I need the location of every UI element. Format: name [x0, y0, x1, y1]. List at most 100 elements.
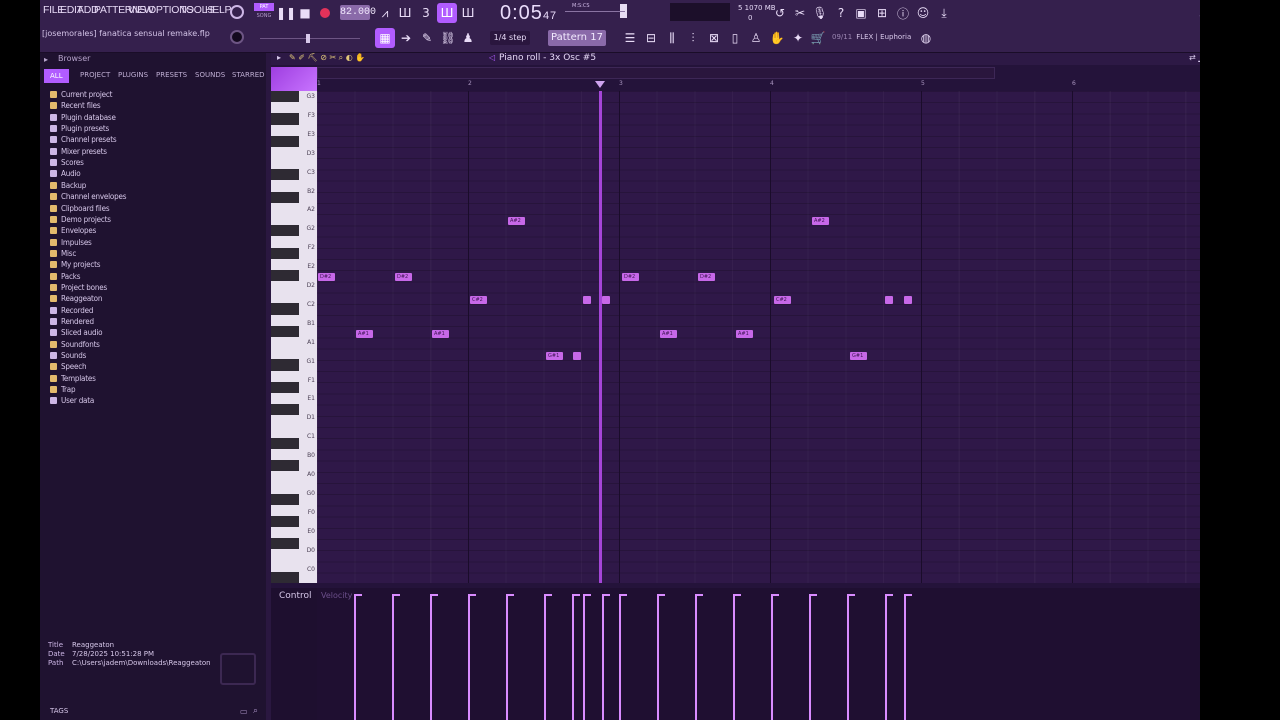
note[interactable]	[602, 296, 610, 304]
note[interactable]	[904, 296, 912, 304]
black-key[interactable]	[271, 538, 299, 550]
piano-roll-icon[interactable]: ▦	[375, 28, 395, 48]
wait-input-icon[interactable]: Ш	[395, 3, 415, 23]
black-key[interactable]	[271, 191, 299, 203]
black-key[interactable]	[271, 91, 299, 103]
black-key[interactable]	[271, 515, 299, 528]
velocity-bar[interactable]	[847, 594, 855, 720]
feedback-icon[interactable]: ☺	[913, 3, 933, 23]
browser-item[interactable]: Misc	[50, 249, 76, 260]
browser-icon[interactable]: ⊠	[704, 28, 724, 48]
plugin-picker-icon[interactable]: ▯	[725, 28, 745, 48]
browser-item[interactable]: Plugin database	[50, 113, 116, 124]
velocity-bar[interactable]	[506, 594, 514, 720]
song-time-display[interactable]: 0:0547	[500, 2, 557, 25]
piano-keys[interactable]: G3 F3 E3 D3 C3 B2 A2 G2 F2 E2 D2 C2 B1 A1 G1 F1 E1 D1 C1 B0…	[271, 91, 317, 583]
browser-item[interactable]: Current project	[50, 90, 112, 101]
browser-item[interactable]: Plugin presets	[50, 124, 109, 135]
note[interactable]: G#1	[546, 352, 563, 360]
browser-item[interactable]: Clipboard files	[50, 204, 110, 215]
tab-plugins[interactable]: PLUGINS	[118, 71, 148, 79]
browser-item[interactable]: Sounds	[50, 351, 86, 362]
velocity-bar[interactable]	[695, 594, 703, 720]
note-grid[interactable]: D#2 D#2 A#1 A#1 C#2 A#2 G#1 D#2 D#2 A#1 A#1 C#2 A#2 G…	[317, 91, 1228, 583]
note[interactable]: A#2	[508, 217, 525, 225]
metronome-icon[interactable]: ⩘	[375, 3, 395, 23]
new-folder-icon[interactable]	[220, 653, 256, 685]
browser-item[interactable]: Channel presets	[50, 135, 117, 146]
velocity-bar[interactable]	[733, 594, 741, 720]
velocity-bar[interactable]	[430, 594, 438, 720]
black-key[interactable]	[271, 493, 299, 505]
black-key[interactable]	[271, 113, 299, 125]
time-ruler[interactable]: 1 2 3 4 5 6	[317, 80, 1228, 90]
channel-rack-icon[interactable]: ⊟	[641, 28, 661, 48]
velocity-bar[interactable]	[657, 594, 665, 720]
black-key[interactable]	[271, 381, 299, 393]
note[interactable]: C#2	[470, 296, 487, 304]
master-volume-knob[interactable]	[230, 5, 244, 19]
link-icon[interactable]: ⛓	[438, 28, 458, 48]
browser-item[interactable]: Reaggeaton	[50, 294, 102, 305]
stop-icon[interactable]: ■	[295, 3, 315, 23]
pause-icon[interactable]: ❚❚	[276, 3, 296, 23]
note[interactable]: A#1	[356, 330, 373, 338]
note[interactable]: G#1	[850, 352, 867, 360]
tab-starred[interactable]: STARRED	[232, 71, 265, 79]
browser-item[interactable]: Templates	[50, 374, 96, 385]
song-mode-button[interactable]: SONG	[254, 12, 274, 20]
tempo-display[interactable]: 82.000	[340, 5, 376, 20]
browser-arrow-icon[interactable]: ▸	[44, 55, 48, 64]
shop-icon[interactable]: 🛒	[808, 28, 828, 48]
velocity-bar[interactable]	[771, 594, 779, 720]
plugin-icon[interactable]: ⊞	[872, 3, 892, 23]
black-key[interactable]	[271, 225, 299, 237]
black-key[interactable]	[271, 404, 299, 416]
undo-icon[interactable]: ↺	[770, 3, 790, 23]
velocity-bar[interactable]	[468, 594, 476, 720]
stamp-icon[interactable]: ♟	[458, 28, 478, 48]
browser-item[interactable]: Recorded	[50, 306, 93, 317]
note[interactable]	[573, 352, 581, 360]
arrow-right-icon[interactable]: ➔	[396, 28, 416, 48]
tool-icons[interactable]: ✎ ✐ ⛏ ⊘ ✂ ⌕ ◐ ✋	[289, 53, 365, 63]
velocity-lane[interactable]: Velocity	[317, 588, 1228, 720]
step-edit-icon[interactable]: Ш	[437, 3, 457, 23]
horizontal-scrollbar[interactable]	[317, 67, 995, 79]
countdown-icon[interactable]: 3	[416, 3, 436, 23]
piano-roll-window-icon[interactable]: ⫶	[683, 28, 703, 48]
news-ticker[interactable]: 09/11 FLEX | Euphoria	[832, 33, 911, 41]
velocity-bar[interactable]	[619, 594, 627, 720]
main-pitch-knob[interactable]	[230, 30, 244, 44]
browser-item[interactable]: Packs	[50, 272, 80, 283]
tab-project[interactable]: PROJECT	[80, 71, 110, 79]
tab-sounds[interactable]: SOUNDS	[195, 71, 225, 79]
velocity-bar[interactable]	[809, 594, 817, 720]
velocity-bar[interactable]	[602, 594, 610, 720]
note[interactable]: D#2	[698, 273, 715, 281]
piano-roll-menu-icon[interactable]: ▸	[277, 53, 281, 62]
black-key[interactable]	[271, 169, 299, 181]
record-icon[interactable]	[315, 3, 335, 23]
velocity-bar[interactable]	[572, 594, 580, 720]
tempo-tapper-icon[interactable]: ✋	[767, 28, 787, 48]
pitch-slider[interactable]	[565, 4, 627, 18]
volume-slider[interactable]	[260, 34, 360, 43]
note[interactable]	[885, 296, 893, 304]
velocity-bar[interactable]	[392, 594, 400, 720]
browser-item[interactable]: My projects	[50, 260, 100, 271]
velocity-bar[interactable]	[354, 594, 362, 720]
browser-item[interactable]: Demo projects	[50, 215, 111, 226]
tab-all[interactable]: ALL	[44, 69, 69, 83]
black-key[interactable]	[271, 359, 299, 371]
playlist-icon[interactable]: ☰	[620, 28, 640, 48]
info-icon[interactable]: ⓘ	[893, 3, 913, 23]
help-icon[interactable]: ?	[831, 3, 851, 23]
pat-mode-button[interactable]: PAT	[254, 3, 274, 11]
note[interactable]: C#2	[774, 296, 791, 304]
note[interactable]	[583, 296, 591, 304]
black-key[interactable]	[271, 269, 299, 282]
speaker-icon[interactable]: ◁	[489, 53, 495, 62]
tab-presets[interactable]: PRESETS	[156, 71, 187, 79]
browser-item[interactable]: Rendered	[50, 317, 94, 328]
